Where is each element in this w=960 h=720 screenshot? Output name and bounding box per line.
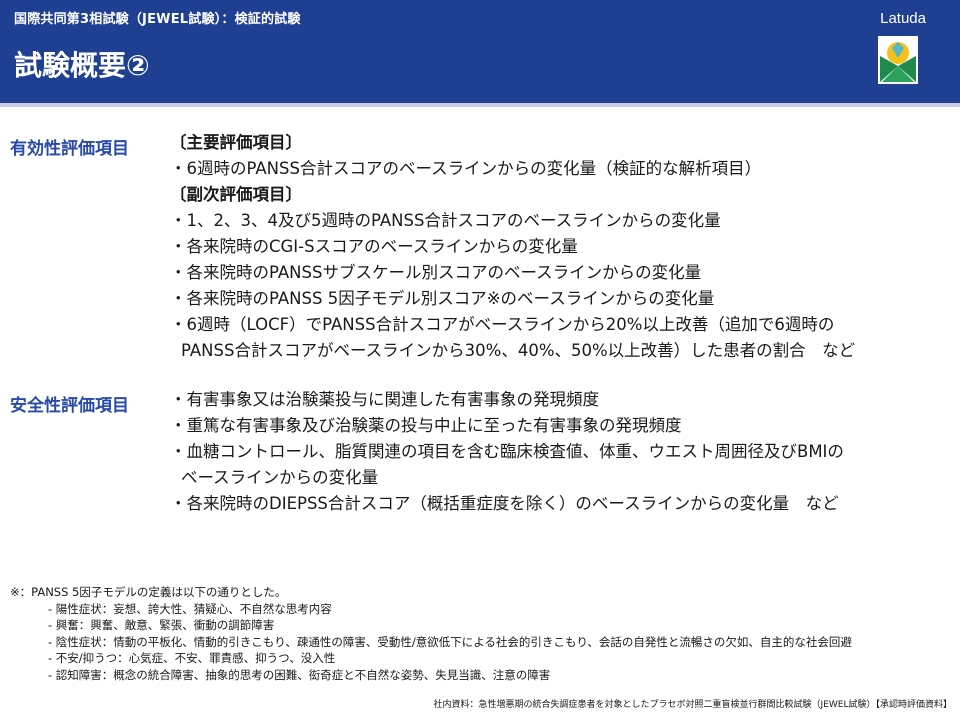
safety-item-continuation: ベースラインからの変化量 (181, 468, 379, 487)
header-band: 国際共同第3相試験（JEWEL試験）：検証的試験 試験概要② Latuda (0, 0, 960, 103)
footnote-item: - 興奮：興奮、敵意、緊張、衝動の調節障害 (48, 618, 275, 633)
safety-item: ・有害事象又は治験薬投与に関連した有害事象の発現頻度 (170, 390, 599, 409)
safety-item: ・血糖コントロール、脂質関連の項目を含む臨床検査値、体重、ウエスト周囲径及びBM… (170, 442, 844, 461)
efficacy-item: ・1、2、3、4及び5週時のPANSS合計スコアのベースラインからの変化量 (170, 211, 721, 230)
efficacy-item: ・6週時のPANSS合計スコアのベースラインからの変化量（検証的な解析項目） (170, 159, 762, 178)
footnote-item: - 陰性症状：情動の平板化、情動的引きこもり、疎通性の障害、受動性/意欲低下によ… (48, 634, 852, 649)
efficacy-item: ・各来院時のPANSSサブスケール別スコアのベースラインからの変化量 (170, 263, 702, 282)
page-title: 試験概要② (14, 49, 150, 82)
safety-item: ・各来院時のDIEPSS合計スコア（概括重症度を除く）のベースラインからの変化量… (170, 494, 839, 513)
efficacy-section-label: 有効性評価項目 (10, 139, 129, 159)
brand-logo-icon (878, 36, 918, 84)
study-subtitle: 国際共同第3相試験（JEWEL試験）：検証的試験 (14, 12, 301, 27)
secondary-endpoint-heading: 〔副次評価項目〕 (170, 185, 302, 204)
safety-item: ・重篤な有害事象及び治験薬の投与中止に至った有害事象の発現頻度 (170, 416, 682, 435)
safety-section-label: 安全性評価項目 (10, 396, 129, 416)
footnote-item: - 認知障害：概念の統合障害、抽象的思考の困難、衒奇症と不自然な姿勢、失見当識、… (48, 667, 551, 682)
efficacy-item: ・各来院時のCGI-Sスコアのベースラインからの変化量 (170, 237, 578, 256)
primary-endpoint-heading: 〔主要評価項目〕 (170, 133, 302, 152)
header-divider (0, 103, 960, 107)
footnote-block: ※：PANSS 5因子モデルの定義は以下の通りとした。 - 陽性症状：妄想、誇大… (10, 584, 955, 684)
efficacy-item: ・6週時（LOCF）でPANSS合計スコアがベースラインから20%以上改善（追加… (170, 315, 835, 334)
efficacy-item: ・各来院時のPANSS 5因子モデル別スコア※のベースラインからの変化量 (170, 289, 715, 308)
brand-logo-text: Latuda (880, 10, 926, 27)
efficacy-item-continuation: PANSS合計スコアがベースラインから30%、40%、50%以上改善）した患者の… (181, 341, 856, 360)
footnote-heading: ※：PANSS 5因子モデルの定義は以下の通りとした。 (10, 585, 287, 599)
source-footer: 社内資料：急性増悪期の統合失調症患者を対象としたプラセボ対照二重盲検並行群間比較… (433, 700, 952, 710)
footnote-item: - 不安/抑うつ：心気症、不安、罪責感、抑うつ、没入性 (48, 651, 336, 666)
footnote-item: - 陽性症状：妄想、誇大性、猜疑心、不自然な思考内容 (48, 601, 332, 616)
